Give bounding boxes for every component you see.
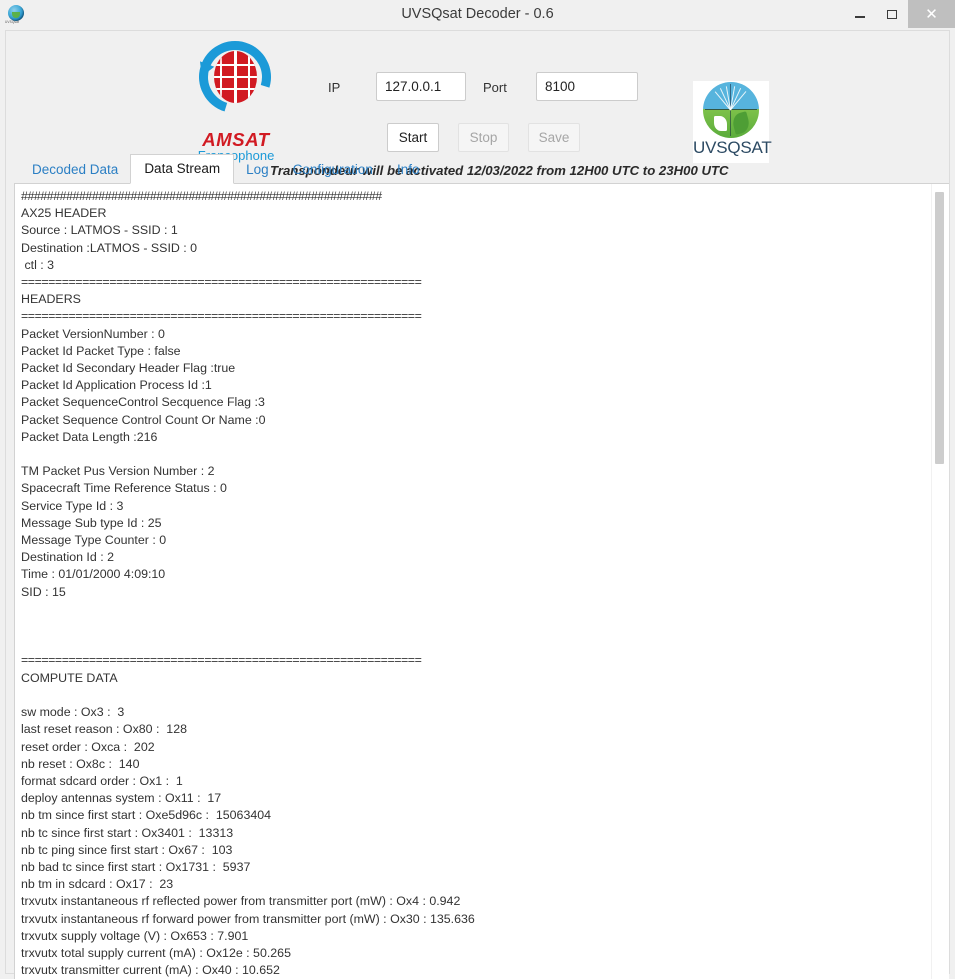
stream-line: Packet Id Packet Type : false xyxy=(21,343,181,358)
tab-configuration[interactable]: Configuration xyxy=(281,156,385,183)
stream-line: reset order : Oxca : 202 xyxy=(21,739,155,754)
stream-line: nb tc since first start : Ox3401 : 13313 xyxy=(21,825,234,840)
amsat-globe-icon xyxy=(186,28,284,133)
stream-line: Packet Id Secondary Header Flag :true xyxy=(21,361,236,376)
stream-line: nb reset : Ox8c : 140 xyxy=(21,756,140,771)
stream-line: last reset reason : Ox80 : 128 xyxy=(21,722,187,737)
stream-line: trxvutx instantaneous rf reflected power… xyxy=(21,894,461,909)
stream-line: ########################################… xyxy=(21,189,382,203)
stream-line: Packet Sequence Control Count Or Name :0 xyxy=(21,412,266,427)
stream-line: ========================================… xyxy=(21,653,422,668)
stream-line: HEADERS xyxy=(21,292,81,307)
port-label: Port xyxy=(483,80,507,95)
stream-line: Source : LATMOS - SSID : 1 xyxy=(21,223,178,238)
stream-line xyxy=(21,635,925,652)
stream-line xyxy=(21,601,925,618)
stream-line: nb tm in sdcard : Ox17 : 23 xyxy=(21,877,174,892)
tab-decoded-data[interactable]: Decoded Data xyxy=(20,156,130,183)
vertical-scrollbar[interactable] xyxy=(931,184,949,979)
stream-line: trxvutx total supply current (mA) : Ox12… xyxy=(21,945,291,960)
maximize-icon xyxy=(887,9,897,19)
uvsqsat-app-icon: UVSQsat xyxy=(5,4,26,25)
amsat-francophone-logo: AMSAT Francophone xyxy=(186,28,284,171)
minimize-icon xyxy=(855,16,865,18)
stream-line xyxy=(21,446,925,463)
close-button[interactable]: ✕ xyxy=(908,0,955,28)
stream-line: trxvutx transmitter current (mA) : Ox40 … xyxy=(21,963,280,978)
stream-line: COMPUTE DATA xyxy=(21,670,118,685)
tab-log[interactable]: Log xyxy=(234,156,281,183)
app-icon-label: UVSQsat xyxy=(5,19,19,24)
close-icon: ✕ xyxy=(925,5,938,23)
application-window: UVSQsat UVSQsat Decoder - 0.6 ✕ AMSAT Fr… xyxy=(0,0,955,979)
stream-line: Packet Id Application Process Id :1 xyxy=(21,378,212,393)
stream-line: Packet Data Length :216 xyxy=(21,429,158,444)
stream-line: trxvutx supply voltage (V) : Ox653 : 7.9… xyxy=(21,928,249,943)
stream-line: ========================================… xyxy=(21,309,422,324)
ip-input[interactable] xyxy=(376,72,466,101)
stream-line: AX25 HEADER xyxy=(21,206,107,221)
stream-line: deploy antennas system : Ox11 : 17 xyxy=(21,791,222,806)
data-stream-panel: ########################################… xyxy=(14,183,949,979)
stream-line: nb bad tc since first start : Ox1731 : 5… xyxy=(21,859,251,874)
minimize-button[interactable] xyxy=(844,0,876,28)
stop-button[interactable]: Stop xyxy=(458,123,509,152)
stream-line: ========================================… xyxy=(21,275,422,290)
start-button[interactable]: Start xyxy=(387,123,439,152)
ip-label: IP xyxy=(328,80,341,95)
stream-line: Destination Id : 2 xyxy=(21,550,114,565)
stream-line: SID : 15 xyxy=(21,584,66,599)
stream-line: sw mode : Ox3 : 3 xyxy=(21,705,125,720)
stream-line: Message Sub type Id : 25 xyxy=(21,515,162,530)
data-stream-text[interactable]: ########################################… xyxy=(21,188,925,979)
stream-line: nb tc ping since first start : Ox67 : 10… xyxy=(21,842,233,857)
tab-info[interactable]: Info xyxy=(385,156,432,183)
tab-data-stream[interactable]: Data Stream xyxy=(130,154,235,184)
stream-line: Destination :LATMOS - SSID : 0 xyxy=(21,240,198,255)
title-bar: UVSQsat UVSQsat Decoder - 0.6 ✕ xyxy=(0,0,955,28)
stream-line xyxy=(21,687,925,704)
stream-line: format sdcard order : Ox1 : 1 xyxy=(21,773,183,788)
stream-line: Time : 01/01/2000 4:09:10 xyxy=(21,567,166,582)
client-area: AMSAT Francophone IP Port Start Stop Sav… xyxy=(5,28,950,979)
tab-strip: Decoded Data Data Stream Log Configuration I… xyxy=(6,154,949,184)
stream-line: Message Type Counter : 0 xyxy=(21,533,167,548)
maximize-button[interactable] xyxy=(876,0,908,28)
port-input[interactable] xyxy=(536,72,638,101)
save-button[interactable]: Save xyxy=(528,123,580,152)
stream-line: Packet SequenceControl Secquence Flag :3 xyxy=(21,395,265,410)
stream-line: Spacecraft Time Reference Status : 0 xyxy=(21,481,227,496)
stream-line: TM Packet Pus Version Number : 2 xyxy=(21,464,215,479)
scrollbar-thumb[interactable] xyxy=(935,192,944,464)
stream-line: Service Type Id : 3 xyxy=(21,498,124,513)
stream-line: trxvutx instantaneous rf forward power f… xyxy=(21,911,475,926)
stream-line: ctl : 3 xyxy=(21,257,55,272)
uvsqsat-emblem-icon xyxy=(703,82,759,138)
control-panel: AMSAT Francophone IP Port Start Stop Sav… xyxy=(6,28,949,178)
window-title: UVSQsat Decoder - 0.6 xyxy=(401,6,554,22)
stream-line: Packet VersionNumber : 0 xyxy=(21,326,165,341)
window-controls: ✕ xyxy=(844,0,955,28)
stream-line: nb tm since first start : Oxe5d96c : 150… xyxy=(21,808,272,823)
uvsqsat-logo: UVSQSAT xyxy=(693,81,772,163)
stream-line xyxy=(21,618,925,635)
